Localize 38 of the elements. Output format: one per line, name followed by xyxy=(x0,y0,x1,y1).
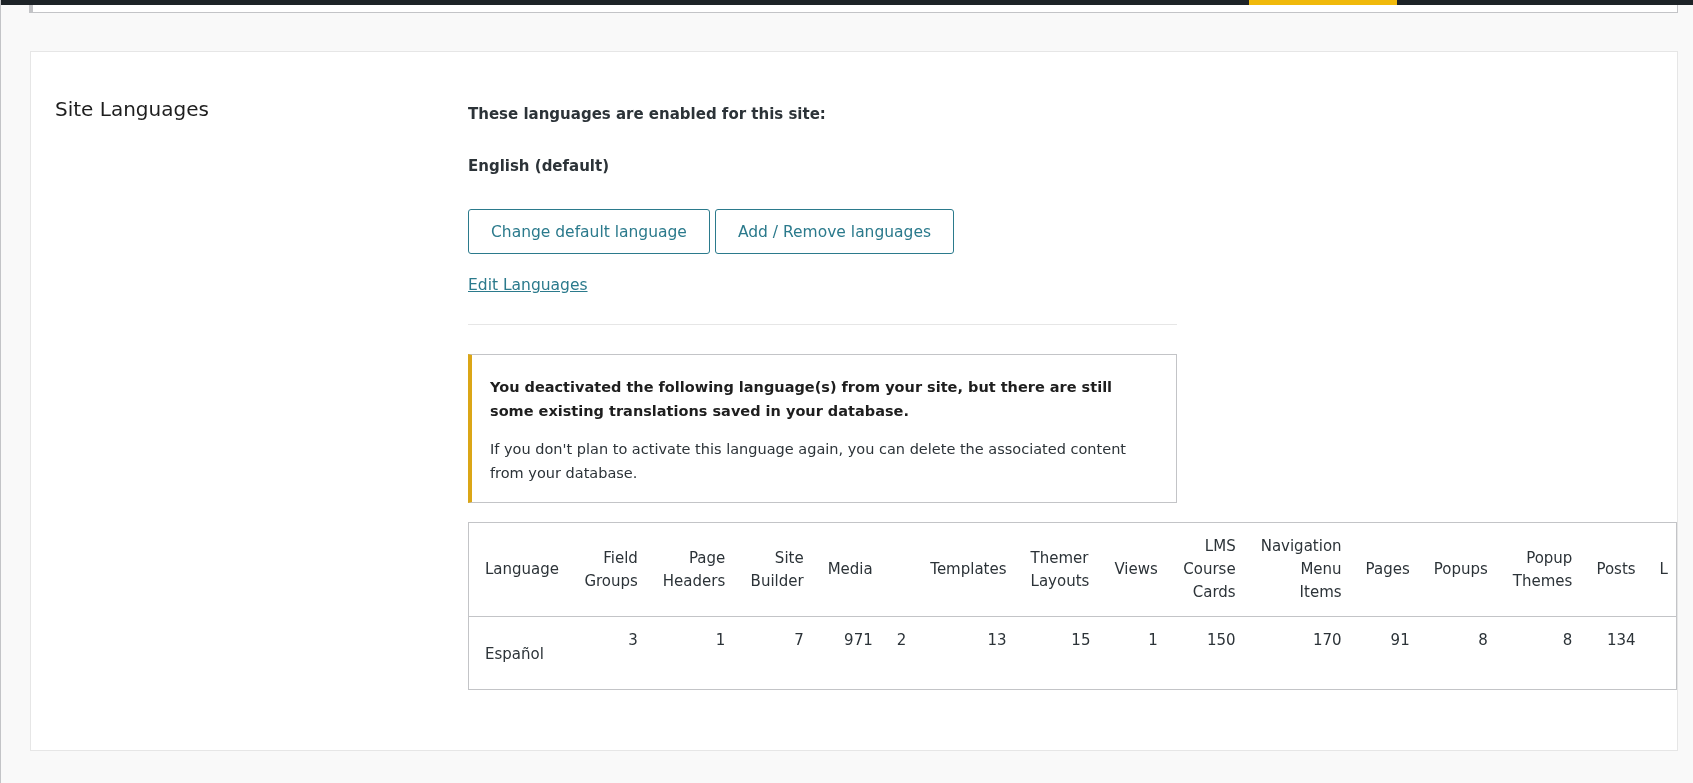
column-header: Media xyxy=(827,559,873,580)
column-header: Posts xyxy=(1596,559,1636,580)
column-header: Page Headers xyxy=(661,547,726,592)
column-header: Pages xyxy=(1365,559,1410,580)
table-cell: 8 xyxy=(1478,631,1488,649)
edit-languages-link[interactable]: Edit Languages xyxy=(468,276,588,294)
column-header: L xyxy=(1659,559,1668,580)
table-cell: 971 xyxy=(844,631,873,649)
column-header: Site Builder xyxy=(749,547,804,592)
column-header: Field Groups xyxy=(583,547,638,592)
table-cell: 15 xyxy=(1071,631,1091,649)
language-action-button[interactable]: Add / Remove languages xyxy=(714,209,955,254)
column-header: Templates xyxy=(930,559,1007,580)
enabled-languages-intro: These languages are enabled for this site: xyxy=(468,105,826,123)
table-cell: 2 xyxy=(896,631,907,649)
language-action-button[interactable]: Change default language xyxy=(468,209,710,254)
column-header: Themer Layouts xyxy=(1030,547,1091,592)
table-cell: 134 xyxy=(1606,631,1636,649)
column-header: Language xyxy=(485,559,560,580)
column-header: LMS Course Cards xyxy=(1182,536,1236,603)
column-header: Views xyxy=(1114,559,1158,580)
table-cell: Español xyxy=(485,645,544,663)
column-header: Navigation Menu Items xyxy=(1259,536,1342,603)
column-header: Popups xyxy=(1433,559,1488,580)
language-name: English (default) xyxy=(468,157,610,175)
table-cell: 150 xyxy=(1207,631,1236,649)
table-cell: 8 xyxy=(1562,631,1573,649)
table-cell: 13 xyxy=(987,631,1007,649)
table-cell: 91 xyxy=(1390,631,1410,649)
notice-text: If you don't plan to activate this language again, you can delete the associated content from your database. xyxy=(490,440,1127,483)
table-cell: 1 xyxy=(1148,631,1158,649)
table-cell: 7 xyxy=(794,631,804,649)
column-header: Popup Themes xyxy=(1511,547,1573,592)
table-cell: 1 xyxy=(715,631,726,649)
notice-heading: You deactivated the following language(s) from your site, but there are still some existing translations saved in your database. xyxy=(490,378,1114,421)
section-title: Site Languages xyxy=(55,97,210,123)
table-cell: 3 xyxy=(628,631,638,649)
table-cell: 170 xyxy=(1312,631,1342,649)
